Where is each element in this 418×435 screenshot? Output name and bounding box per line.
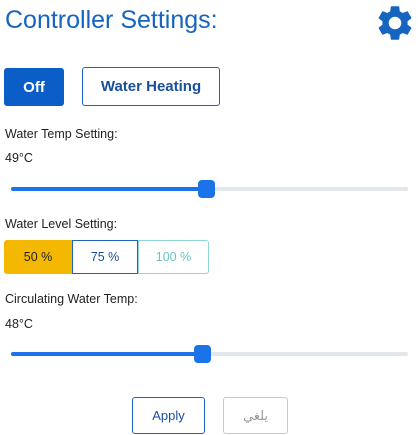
circulating-temp-value: 48°C — [5, 317, 33, 331]
apply-button[interactable]: Apply — [132, 397, 205, 434]
slider-fill — [11, 187, 206, 191]
water-temp-slider[interactable] — [11, 179, 408, 199]
cancel-button[interactable]: يلغي — [223, 397, 288, 434]
water-level-label: Water Level Setting: — [5, 217, 118, 231]
level-option-75[interactable]: 75 % — [72, 240, 138, 274]
water-heating-button[interactable]: Water Heating — [82, 67, 220, 106]
circulating-temp-slider[interactable] — [11, 344, 408, 364]
slider-fill — [11, 352, 202, 356]
off-button[interactable]: Off — [4, 68, 64, 106]
page-title: Controller Settings: — [5, 6, 218, 34]
circulating-temp-label: Circulating Water Temp: — [5, 292, 138, 306]
water-temp-label: Water Temp Setting: — [5, 127, 118, 141]
level-option-100[interactable]: 100 % — [138, 240, 209, 274]
gear-icon[interactable] — [374, 2, 416, 44]
water-temp-value: 49°C — [5, 151, 33, 165]
level-option-50[interactable]: 50 % — [4, 240, 72, 274]
slider-thumb[interactable] — [197, 180, 215, 198]
slider-thumb[interactable] — [193, 345, 211, 363]
